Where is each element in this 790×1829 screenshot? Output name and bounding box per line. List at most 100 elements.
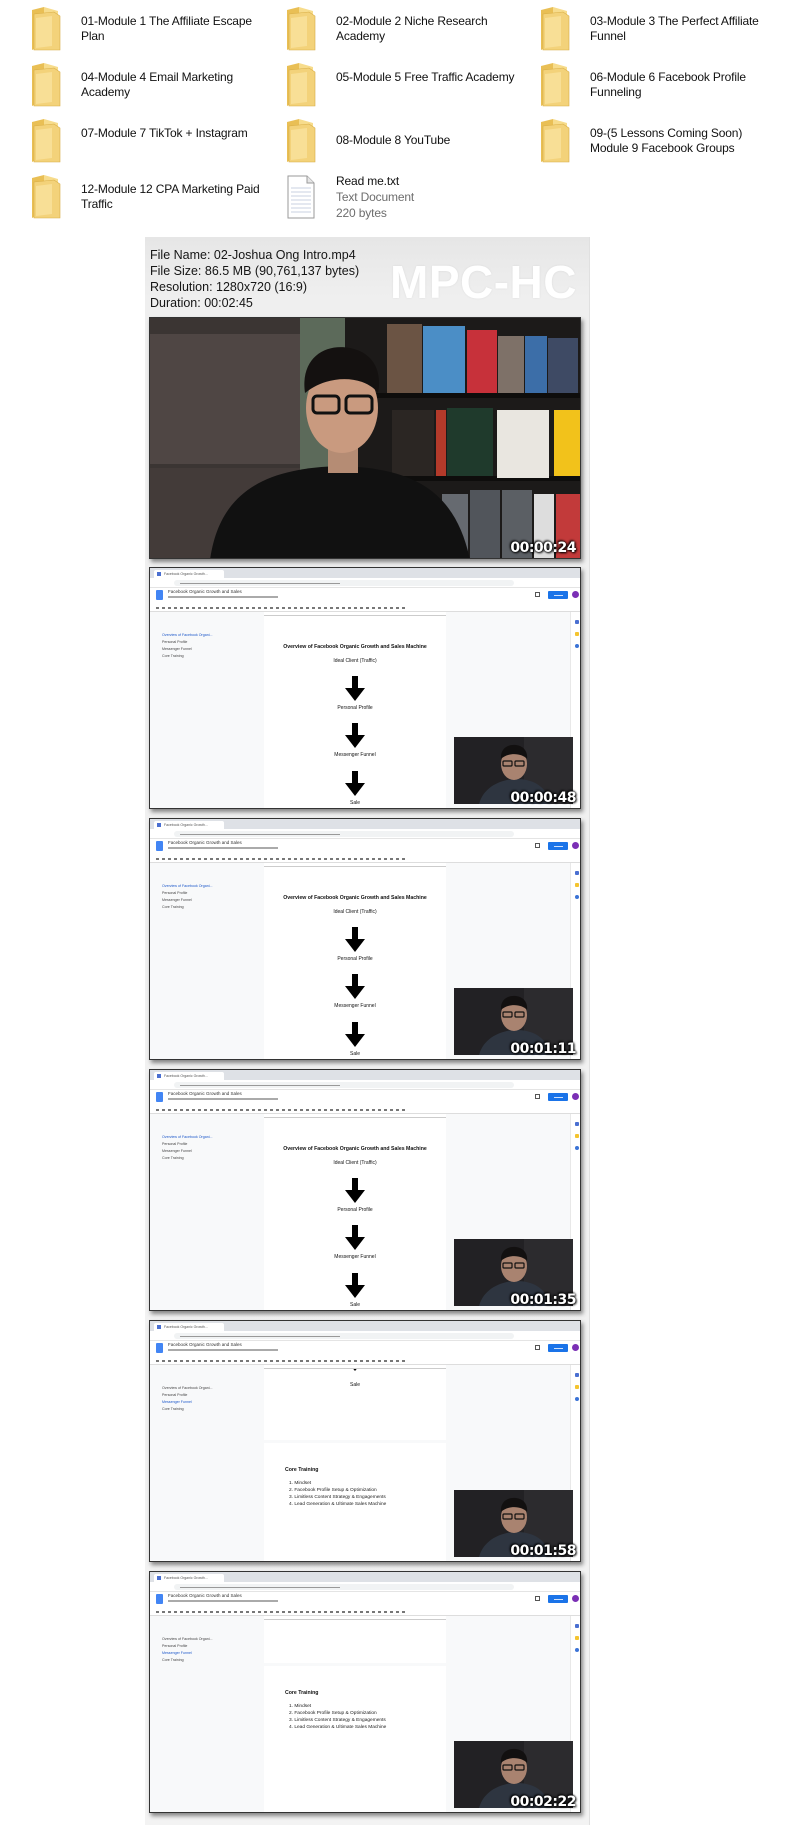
folder-item[interactable]: 12-Module 12 CPA Marketing Paid Traffic xyxy=(30,174,280,224)
browser-tab[interactable]: Facebook Organic Growth... xyxy=(154,1072,224,1080)
docs-toolbar[interactable] xyxy=(150,1607,580,1616)
folder-item[interactable]: 03-Module 3 The Perfect Affiliate Funnel xyxy=(539,6,789,56)
outline-item[interactable]: Overview of Facebook Organi... xyxy=(162,632,213,639)
menu-bar[interactable] xyxy=(168,1600,278,1602)
file-item[interactable]: Read me.txt Text Document 220 bytes xyxy=(285,174,535,224)
avatar[interactable] xyxy=(572,1093,579,1100)
comment-icon[interactable] xyxy=(535,843,540,848)
outline-item[interactable]: Core Training xyxy=(162,904,213,911)
tasks-icon[interactable] xyxy=(575,1397,579,1401)
url-field[interactable] xyxy=(174,1333,514,1339)
outline-item[interactable]: Messenger Funnel xyxy=(162,646,213,653)
outline-item[interactable]: Overview of Facebook Organi... xyxy=(162,1385,213,1392)
tasks-icon[interactable] xyxy=(575,895,579,899)
docs-toolbar[interactable] xyxy=(150,603,580,612)
url-field[interactable] xyxy=(174,1082,514,1088)
menu-bar[interactable] xyxy=(168,596,278,598)
menu-bar[interactable] xyxy=(168,1098,278,1100)
video-thumbnail-frame[interactable]: Facebook Organic Growth... Facebook Organ… xyxy=(149,818,581,1060)
video-thumbnail-intro[interactable]: 00:00:24 xyxy=(149,317,581,559)
outline-item[interactable]: Core Training xyxy=(162,1155,213,1162)
tasks-icon[interactable] xyxy=(575,1648,579,1652)
outline-item[interactable]: Overview of Facebook Organi... xyxy=(162,883,213,890)
url-field[interactable] xyxy=(174,580,514,586)
outline-item[interactable]: Core Training xyxy=(162,1657,213,1664)
comment-icon[interactable] xyxy=(535,1345,540,1350)
duration: Duration: 00:02:45 xyxy=(150,296,253,310)
folder-item[interactable]: 06-Module 6 Facebook Profile Funneling xyxy=(539,62,789,112)
outline-item[interactable]: Overview of Facebook Organi... xyxy=(162,1134,213,1141)
url-field[interactable] xyxy=(174,831,514,837)
outline-item[interactable]: Personal Profile xyxy=(162,1643,213,1650)
share-button[interactable] xyxy=(548,842,568,850)
video-thumbnail-frame[interactable]: Facebook Organic Growth... Facebook Organ… xyxy=(149,567,581,809)
browser-tab[interactable]: Facebook Organic Growth... xyxy=(154,570,224,578)
calendar-icon[interactable] xyxy=(575,1373,579,1377)
outline-item[interactable]: Overview of Facebook Organi... xyxy=(162,1636,213,1643)
address-bar[interactable] xyxy=(150,1331,580,1341)
url-field[interactable] xyxy=(174,1584,514,1590)
keep-icon[interactable] xyxy=(575,1636,579,1640)
outline-item[interactable]: Messenger Funnel xyxy=(162,1399,213,1406)
share-button[interactable] xyxy=(548,1093,568,1101)
address-bar[interactable] xyxy=(150,1080,580,1090)
keep-icon[interactable] xyxy=(575,632,579,636)
doc-title[interactable]: Facebook Organic Growth and Sales xyxy=(168,1593,242,1598)
comment-icon[interactable] xyxy=(535,1094,540,1099)
keep-icon[interactable] xyxy=(575,1385,579,1389)
avatar[interactable] xyxy=(572,591,579,598)
folder-item[interactable]: 02-Module 2 Niche Research Academy xyxy=(285,6,535,56)
comment-icon[interactable] xyxy=(535,1596,540,1601)
browser-tab[interactable]: Facebook Organic Growth... xyxy=(154,821,224,829)
avatar[interactable] xyxy=(572,1595,579,1602)
docs-toolbar[interactable] xyxy=(150,1105,580,1114)
docs-toolbar[interactable] xyxy=(150,854,580,863)
folder-item[interactable]: 08-Module 8 YouTube xyxy=(285,118,535,168)
folder-item[interactable]: 04-Module 4 Email Marketing Academy xyxy=(30,62,280,112)
keep-icon[interactable] xyxy=(575,883,579,887)
folder-item[interactable]: 07-Module 7 TikTok + Instagram xyxy=(30,118,280,168)
doc-title[interactable]: Facebook Organic Growth and Sales xyxy=(168,840,242,845)
avatar[interactable] xyxy=(572,1344,579,1351)
outline-item[interactable]: Core Training xyxy=(162,1406,213,1413)
address-bar[interactable] xyxy=(150,1582,580,1592)
outline-item[interactable]: Messenger Funnel xyxy=(162,897,213,904)
outline-item[interactable]: Personal Profile xyxy=(162,639,213,646)
outline-item[interactable]: Personal Profile xyxy=(162,890,213,897)
tasks-icon[interactable] xyxy=(575,644,579,648)
calendar-icon[interactable] xyxy=(575,1624,579,1628)
doc-title[interactable]: Facebook Organic Growth and Sales xyxy=(168,1091,242,1096)
comment-icon[interactable] xyxy=(535,592,540,597)
outline-item[interactable]: Personal Profile xyxy=(162,1141,213,1148)
share-button[interactable] xyxy=(548,1595,568,1603)
doc-title[interactable]: Facebook Organic Growth and Sales xyxy=(168,1342,242,1347)
menu-bar[interactable] xyxy=(168,1349,278,1351)
core-training-item: 4. Lead Generation & Ultimate Sales Mach… xyxy=(289,1725,387,1730)
share-button[interactable] xyxy=(548,591,568,599)
calendar-icon[interactable] xyxy=(575,1122,579,1126)
flow-step: Sale xyxy=(349,1382,360,1388)
docs-toolbar[interactable] xyxy=(150,1356,580,1365)
video-thumbnail-frame[interactable]: Facebook Organic Growth... Facebook Organ… xyxy=(149,1571,581,1813)
outline-item[interactable]: Messenger Funnel xyxy=(162,1148,213,1155)
folder-item[interactable]: 05-Module 5 Free Traffic Academy xyxy=(285,62,535,112)
outline-item[interactable]: Messenger Funnel xyxy=(162,1650,213,1657)
calendar-icon[interactable] xyxy=(575,620,579,624)
calendar-icon[interactable] xyxy=(575,871,579,875)
doc-title[interactable]: Facebook Organic Growth and Sales xyxy=(168,589,242,594)
address-bar[interactable] xyxy=(150,829,580,839)
share-button[interactable] xyxy=(548,1344,568,1352)
folder-item[interactable]: 01-Module 1 The Affiliate Escape Plan xyxy=(30,6,280,56)
video-thumbnail-frame[interactable]: Facebook Organic Growth... Facebook Organ… xyxy=(149,1069,581,1311)
outline-item[interactable]: Core Training xyxy=(162,653,213,660)
browser-tab[interactable]: Facebook Organic Growth... xyxy=(154,1574,224,1582)
avatar[interactable] xyxy=(572,842,579,849)
keep-icon[interactable] xyxy=(575,1134,579,1138)
browser-tab[interactable]: Facebook Organic Growth... xyxy=(154,1323,224,1331)
tasks-icon[interactable] xyxy=(575,1146,579,1150)
menu-bar[interactable] xyxy=(168,847,278,849)
video-thumbnail-frame[interactable]: Facebook Organic Growth... Facebook Organ… xyxy=(149,1320,581,1562)
outline-item[interactable]: Personal Profile xyxy=(162,1392,213,1399)
address-bar[interactable] xyxy=(150,578,580,588)
folder-item[interactable]: 09-(5 Lessons Coming Soon) Module 9 Face… xyxy=(539,118,789,168)
